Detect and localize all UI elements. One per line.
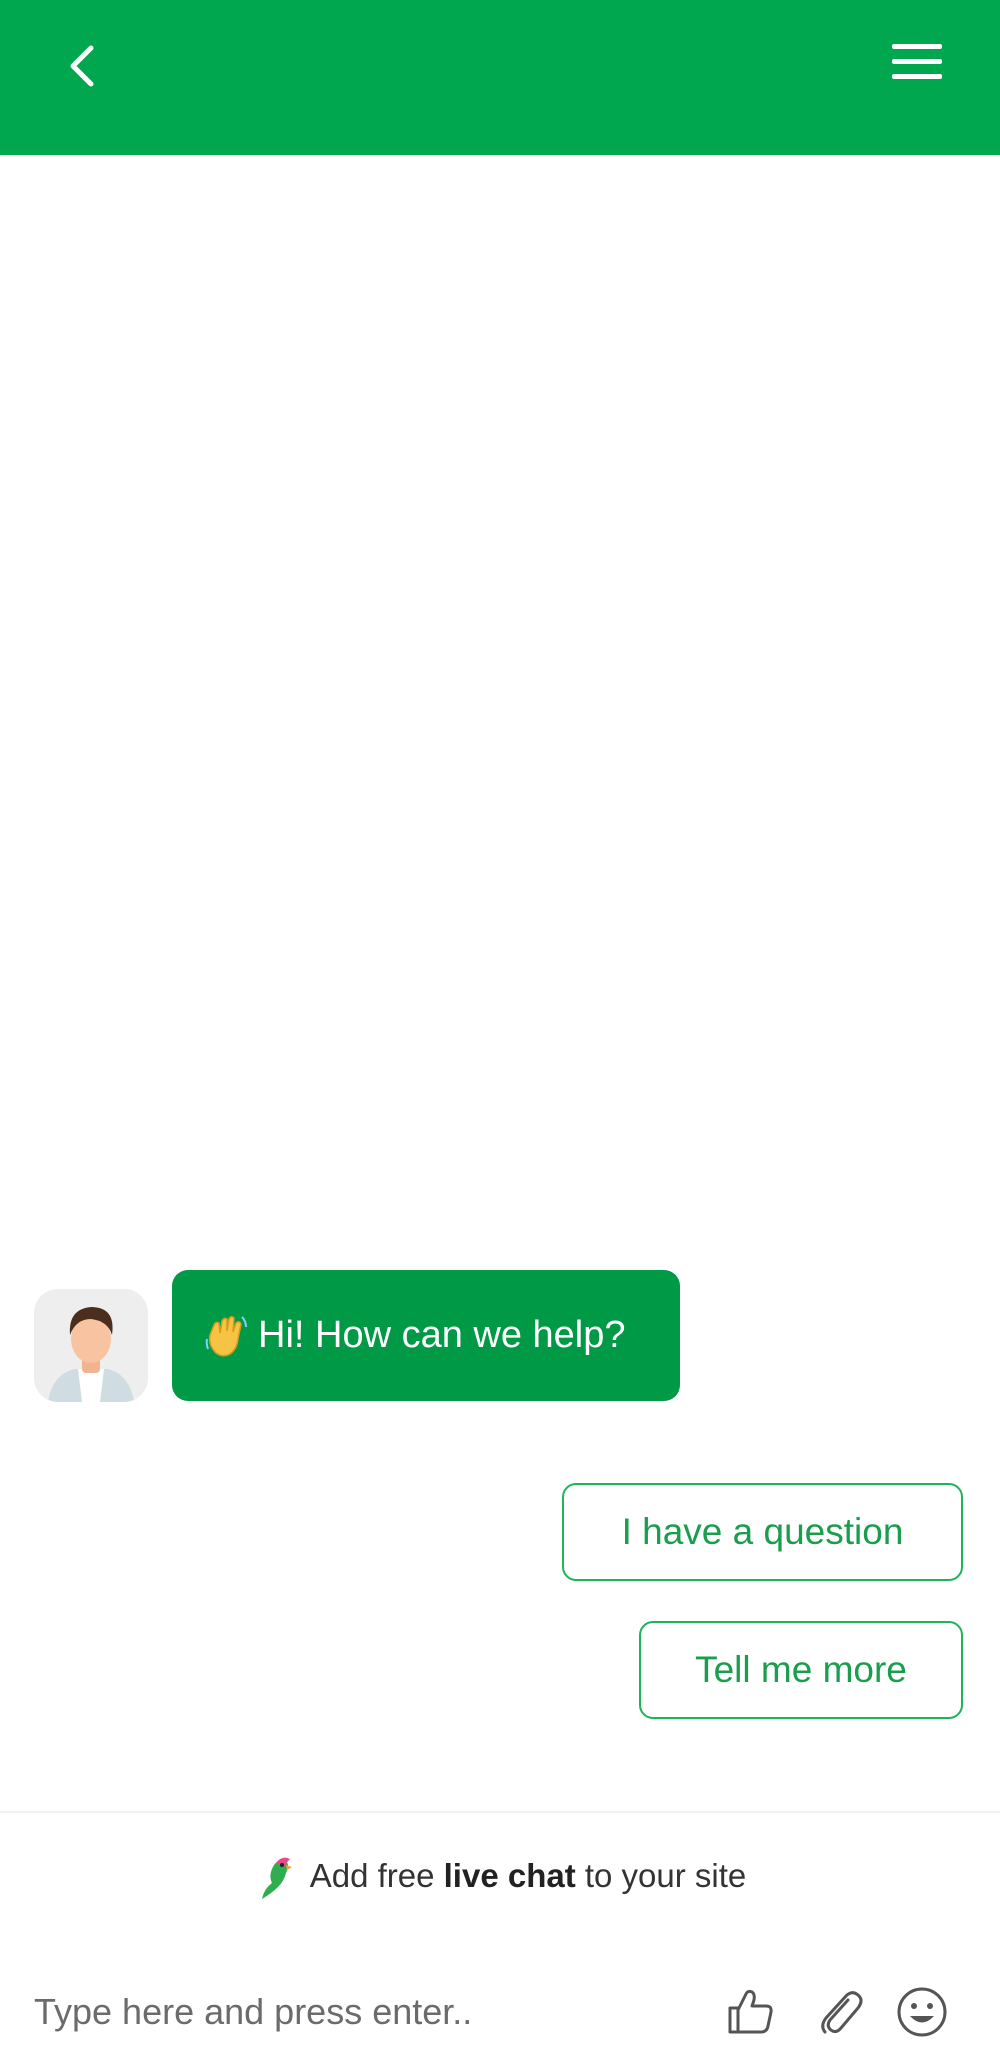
hamburger-menu-icon <box>892 44 942 79</box>
chat-widget: Hi! How can we help? I have a question T… <box>0 0 1000 2056</box>
promo-prefix: Add free <box>309 1857 444 1894</box>
footer-divider <box>0 1811 1000 1813</box>
menu-button[interactable] <box>886 34 948 90</box>
thumbs-up-icon <box>728 1989 773 2034</box>
attach-button[interactable] <box>810 1982 870 2042</box>
agent-message-bubble: Hi! How can we help? <box>172 1270 680 1401</box>
promo-suffix: to your site <box>575 1857 747 1894</box>
agent-message-text: Hi! How can we help? <box>258 1314 626 1356</box>
thumbs-up-button[interactable] <box>720 1982 780 2042</box>
quick-reply-label: Tell me more <box>695 1649 907 1690</box>
back-button[interactable] <box>52 36 112 96</box>
parrot-logo-icon <box>261 1857 292 1899</box>
quick-reply-tell-more[interactable]: Tell me more <box>639 1621 963 1719</box>
emoji-button[interactable] <box>892 1982 952 2042</box>
chat-header <box>0 0 1000 155</box>
waving-hand-icon <box>205 1315 247 1356</box>
chevron-left-icon <box>70 45 94 87</box>
message-input[interactable] <box>34 1982 674 2042</box>
promo-bold: live chat <box>443 1857 576 1894</box>
quick-reply-label: I have a question <box>621 1511 904 1552</box>
paperclip-icon <box>821 1991 863 2034</box>
promo-link[interactable]: Add free live chat to your site <box>0 1846 1000 1906</box>
agent-avatar <box>34 1289 148 1402</box>
smiley-icon <box>897 1987 947 2037</box>
quick-reply-question[interactable]: I have a question <box>562 1483 963 1581</box>
